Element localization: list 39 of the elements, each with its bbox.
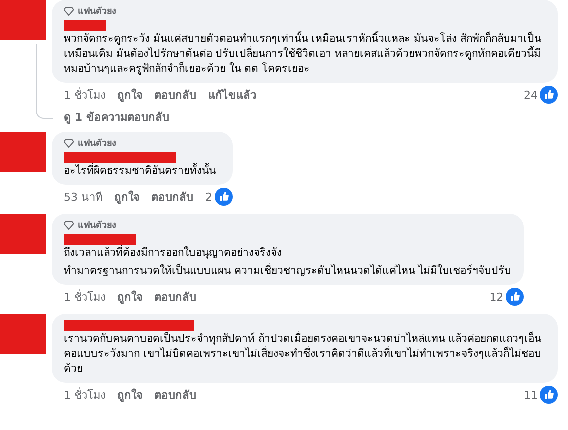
timestamp[interactable]: 1 ชั่วโมง — [64, 86, 106, 104]
comment-text: ถึงเวลาแล้วที่ต้องมีการออกใบอนุญาตอย่างจริงจัง — [64, 246, 283, 261]
like-icon — [214, 188, 232, 206]
diamond-icon — [64, 138, 74, 148]
comment-action[interactable]: ตอบกลับ — [154, 386, 196, 404]
badge-label: แฟนตัวยง — [78, 6, 116, 18]
comment-text: เรานวดกับคนตาบอดเป็นประจำทุกสัปดาห์ ถ้าปวดเมื่อยตรงคอเขาจะนวดบ่าไหล่แทน แล้วค่อยกดแถวๆเอ็นคอแบบระวังมาก เขาไม่บิดคอเพราะเขาไม่เสี่ยงจะทำซึ่งเราคิดว่าดีแล้วที่เขาไม่ทำเพราะจริงๆแล้วก็ไม่ชอบด้วย — [64, 332, 543, 377]
timestamp[interactable]: 1 ชั่วโมง — [64, 386, 106, 404]
comment-action[interactable]: ตอบกลับ — [154, 288, 196, 306]
like-count: 11 — [524, 388, 538, 402]
comment-action[interactable]: ถูกใจ — [118, 86, 142, 104]
redaction-bar — [64, 20, 106, 31]
comment-text: พวกจัดกระดูกระวัง มันแค่สบายตัวตอนทำแรกๆเท่านั้น เหมือนเราหักนิ้วแหละ มันจะโล่ง สักพักก็กลับมาเป็นเหมือนเดิม มันต้องไปรักษาต้นต่อ ปรับเปลี่ยนการใช้ชีวิตเอา หลายเคสแล้วด้วยพวกจัดกระดูกหักคอเดียวนี้มีหมอบ้านๆและครูฟักลักจำก็เยอะด้วย ใน ตต โคตรเยอะ — [64, 32, 542, 77]
redaction-block — [0, 214, 46, 254]
like-count: 12 — [490, 290, 504, 304]
comment-action[interactable]: ตอบกลับ — [154, 86, 196, 104]
diamond-icon — [64, 6, 74, 16]
diamond-icon — [64, 220, 74, 230]
redaction-block — [0, 314, 46, 354]
like-icon — [540, 386, 558, 404]
comment-action[interactable]: ถูกใจ — [118, 288, 142, 306]
like-icon — [540, 86, 558, 104]
comment-text: ทำมาตรฐานการนวดให้เป็นแบบแผน ความเชี่ยวชาญระดับไหนนวดได้แค่ไหน ไม่มีใบเซอร์ฯจับปรับ — [64, 264, 512, 279]
comment-text: อะไรที่ผิดธรรมชาติอันตรายทั้งนั้น — [64, 164, 217, 179]
comment-action[interactable]: ถูกใจ — [118, 386, 142, 404]
like-icon — [506, 288, 524, 306]
like-count: 24 — [524, 88, 538, 102]
timestamp[interactable]: 53 นาที — [64, 188, 102, 206]
view-replies-link[interactable]: ดู 1 ข้อความตอบกลับ — [64, 108, 558, 126]
badge-label: แฟนตัวยง — [78, 138, 116, 150]
redaction-bar — [64, 234, 136, 245]
badge-label: แฟนตัวยง — [78, 220, 116, 232]
comment-action[interactable]: แก้ไขแล้ว — [208, 86, 256, 104]
like-count: 2 — [206, 190, 212, 204]
redaction-block — [0, 132, 46, 172]
comment-action[interactable]: ถูกใจ — [114, 188, 140, 206]
timestamp[interactable]: 1 ชั่วโมง — [64, 288, 106, 306]
comment-action[interactable]: ตอบกลับ — [152, 188, 194, 206]
redaction-block — [0, 0, 46, 40]
